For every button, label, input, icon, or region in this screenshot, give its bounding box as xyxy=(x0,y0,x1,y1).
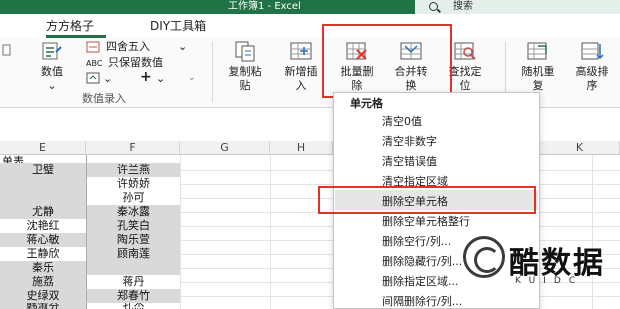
menu-item-delete-empty-cell-rows[interactable]: 删除空单元格整行 xyxy=(382,215,470,229)
chevron-down-icon[interactable]: ⌄ xyxy=(178,40,187,53)
search-icon xyxy=(429,2,438,11)
table-cell-f[interactable]: 秦冰露 xyxy=(87,205,180,219)
format-icon xyxy=(86,72,100,84)
random-repeat-label-2: 复 xyxy=(532,79,544,92)
insert-button[interactable]: 新增插 入 xyxy=(278,38,324,98)
keep-value-label[interactable]: 只保留数值 xyxy=(108,56,163,69)
advanced-sort-label: 高级排 xyxy=(575,65,609,78)
table-cell-f[interactable]: 孔笑白 xyxy=(87,219,180,233)
table-cell-f[interactable]: 陶乐萱 xyxy=(87,233,180,247)
table-cell-e[interactable]: 王静欣 xyxy=(0,247,86,261)
copy-paste-label: 复制粘 xyxy=(228,65,262,78)
column-header-g[interactable]: G xyxy=(180,141,270,155)
watermark-logo-icon xyxy=(463,236,505,278)
copy-paste-icon xyxy=(235,41,255,62)
window-title: 工作簿1 - Excel xyxy=(228,1,301,12)
highlight-box-menu-item xyxy=(318,186,536,214)
menu-item-interval-delete[interactable]: 间隔删除行/列... xyxy=(382,295,462,309)
value-button-label: 数值 xyxy=(41,65,63,78)
advanced-sort-label-2: 序 xyxy=(586,79,598,92)
random-repeat-label: 随机重 xyxy=(521,65,555,78)
table-cell-e[interactable]: 尤静 xyxy=(0,205,86,219)
table-cell-f[interactable] xyxy=(87,261,180,275)
menu-item-delete-hidden-rows-cols[interactable]: 删除隐藏行/列... xyxy=(382,255,462,269)
watermark-sub: KUIDC xyxy=(515,276,584,286)
table-cell-f[interactable]: 顾南莲 xyxy=(87,247,180,261)
table-cell-e[interactable]: 蒋心敏 xyxy=(0,233,86,247)
table-cell-f[interactable]: 许兰燕 xyxy=(87,163,180,177)
random-repeat-icon xyxy=(527,42,547,60)
insert-label-2: 入 xyxy=(295,79,307,92)
table-cell-e[interactable]: 秦乐 xyxy=(0,261,86,275)
tab-fangfang[interactable]: 方方格子 xyxy=(46,18,94,34)
table-cell-e[interactable]: 韩淑芬 xyxy=(0,303,86,309)
grid-line xyxy=(270,155,271,309)
insert-icon xyxy=(290,42,312,60)
highlight-box-ribbon xyxy=(322,24,452,98)
table-cell-f[interactable]: 蒋丹 xyxy=(87,275,180,289)
column-header-h[interactable]: H xyxy=(270,141,333,155)
chevron-down-icon[interactable]: ⌄ xyxy=(156,72,165,85)
table-cell-e[interactable] xyxy=(0,177,86,191)
advanced-sort-icon xyxy=(581,42,604,60)
search-label: 搜索 xyxy=(453,1,473,12)
table-cell-f[interactable]: 郑春竹 xyxy=(87,289,180,303)
menu-item-delete-range[interactable]: 删除指定区域... xyxy=(382,275,459,289)
insert-label: 新增插 xyxy=(284,65,318,78)
column-header-k[interactable]: K xyxy=(540,141,620,155)
table-cell-e[interactable]: 沈艳红 xyxy=(0,219,86,233)
expand-icon[interactable]: ⌄ xyxy=(188,72,196,85)
grid-line xyxy=(180,155,181,309)
table-cell-e[interactable]: 卫璧 xyxy=(0,163,86,177)
column-header-f[interactable]: F xyxy=(86,141,180,155)
watermark: 酷数据 KUIDC xyxy=(463,232,620,302)
ribbon-separator xyxy=(212,42,213,102)
random-repeat-button[interactable]: 随机重 复 xyxy=(515,38,561,98)
copy-paste-button[interactable]: 复制粘 贴 xyxy=(222,38,268,98)
tab-diy-toolbox[interactable]: DIY工具箱 xyxy=(150,18,206,34)
menu-item-clear-errors[interactable]: 清空错误值 xyxy=(382,155,437,169)
menu-item-clear-non-numeric[interactable]: 清空非数字 xyxy=(382,135,437,149)
ribbon-edge-icon xyxy=(2,44,11,56)
find-locate-icon xyxy=(454,42,476,60)
table-cell-e[interactable] xyxy=(0,191,86,205)
group-label-numeric-entry: 数值录入 xyxy=(82,92,126,105)
abc-icon: ABC xyxy=(86,59,103,68)
advanced-sort-button[interactable]: 高级排 序 xyxy=(568,38,616,98)
table-cell-e[interactable]: 施荔 xyxy=(0,275,86,289)
column-header-e[interactable]: E xyxy=(0,141,86,155)
table-cell-f[interactable]: 孙可 xyxy=(87,191,180,205)
round-icon xyxy=(86,41,100,53)
table-cell-e[interactable]: 史绿双 xyxy=(0,289,86,303)
chevron-down-icon: ⌄ xyxy=(47,79,57,92)
menu-item-delete-empty-rows-cols[interactable]: 删除空行/列... xyxy=(382,235,451,249)
plus-button[interactable]: + xyxy=(140,70,152,84)
chevron-down-icon[interactable]: ⌄ xyxy=(103,72,112,85)
copy-paste-label-2: 贴 xyxy=(239,79,251,92)
value-icon xyxy=(42,42,62,60)
dropdown-section-header: 单元格 xyxy=(350,97,383,110)
table-cell-f[interactable]: 许娇娇 xyxy=(87,177,180,191)
table-cell-f[interactable]: 孔杰 xyxy=(87,303,180,309)
menu-item-clear-zero[interactable]: 清空0值 xyxy=(382,115,422,129)
search-box[interactable]: 搜索 xyxy=(415,0,620,14)
round-label[interactable]: 四舍五入 xyxy=(106,40,150,53)
title-bar: 工作簿1 - Excel 搜索 xyxy=(0,0,620,14)
value-button[interactable]: 数值 ⌄ xyxy=(32,38,72,98)
